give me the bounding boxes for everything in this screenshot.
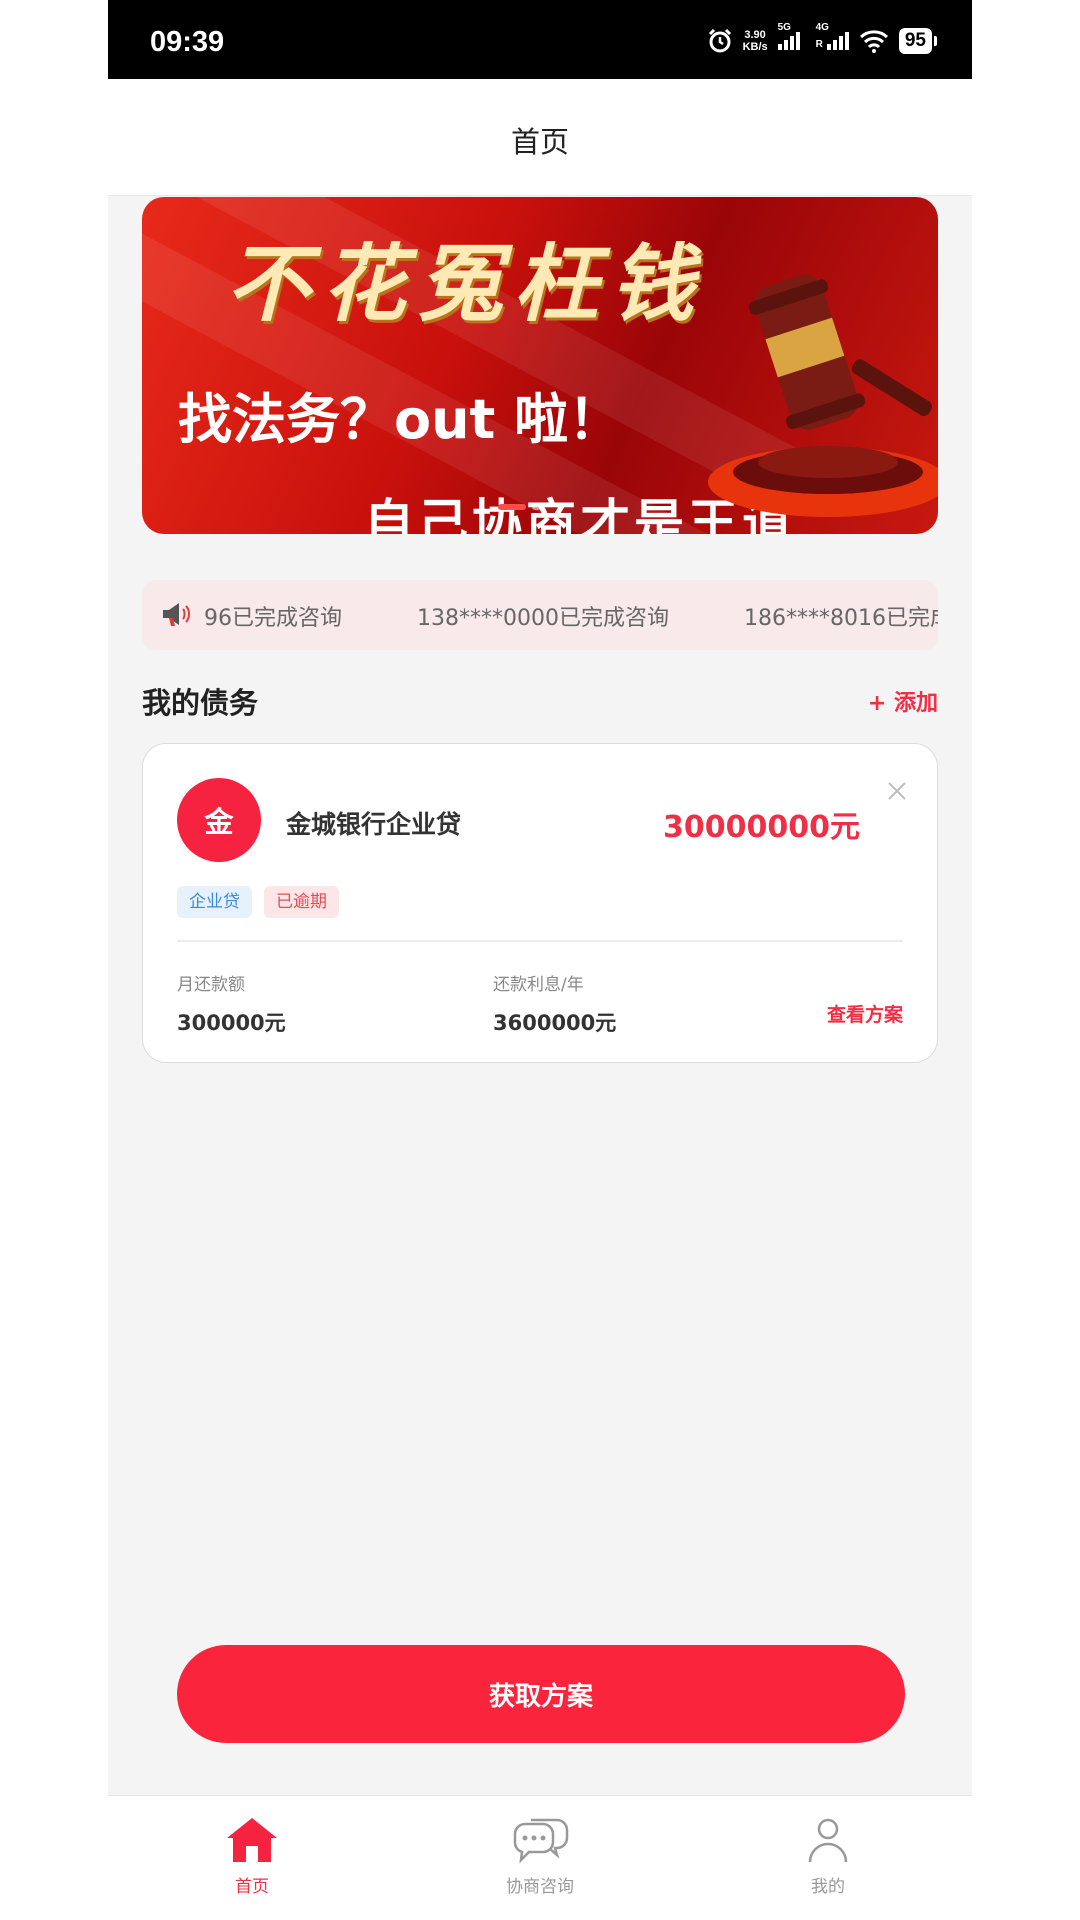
lender-avatar: 金 (177, 778, 261, 862)
tab-consult[interactable]: 协商咨询 (440, 1796, 640, 1920)
tab-home[interactable]: 首页 (152, 1796, 352, 1920)
signal-4g-icon: 4G R (816, 22, 849, 50)
tag-overdue: 已逾期 (264, 886, 339, 918)
debt-tags: 企业贷 已逾期 (177, 886, 339, 918)
signal-5g-icon: 5G (777, 22, 800, 50)
promo-banner[interactable]: 不花冤枉钱 找法务？out 啦！ 自己协商才是王道 (142, 197, 938, 534)
alarm-icon (708, 28, 731, 53)
banner-pagination (498, 504, 542, 510)
view-plan-link[interactable]: 查看方案 (827, 1000, 903, 1027)
annual-interest: 还款利息/年 3600000元 (493, 975, 617, 1035)
status-time: 09:39 (150, 26, 225, 58)
status-icons: 3.90 KB/s 5G 4G R 95 (707, 22, 938, 54)
debt-amount: 30000000元 (663, 810, 860, 845)
banner-subtitle: 找法务？out 啦！ (178, 388, 623, 451)
close-icon[interactable] (887, 781, 907, 801)
tab-label: 首页 (235, 1877, 269, 1897)
tab-mine[interactable]: 我的 (728, 1796, 928, 1920)
phone-screen: 09:39 3.90 KB/s 5G 4G R 95 首页 不花冤枉钱 找法务？… (108, 0, 972, 1920)
battery-indicator: 95 (898, 28, 938, 54)
ticker-item: 186****8016已完成咨询 (743, 606, 938, 631)
consult-ticker: 96已完成咨询 138****0000已完成咨询 186****8016已完成咨… (142, 580, 938, 650)
page-title: 首页 (510, 125, 569, 159)
gavel-icon (708, 274, 938, 517)
get-plan-button[interactable]: 获取方案 (177, 1645, 905, 1743)
ticker-items: 96已完成咨询 138****0000已完成咨询 186****8016已完成咨… (204, 600, 938, 632)
section-title-my-debts: 我的债务 (142, 686, 259, 720)
debt-name: 金城银行企业贷 (286, 810, 462, 839)
banner-title: 不花冤枉钱 (226, 235, 707, 333)
home-icon (227, 1818, 277, 1862)
chat-icon (513, 1818, 569, 1864)
card-divider (177, 940, 903, 942)
megaphone-icon (163, 603, 190, 626)
debt-card[interactable]: 金 金城银行企业贷 30000000元 企业贷 已逾期 月还款额 300000元… (142, 743, 938, 1063)
add-debt-button[interactable]: + 添加 (868, 685, 938, 717)
net-speed: 3.90 KB/s (742, 29, 768, 53)
monthly-payment: 月还款额 300000元 (177, 975, 286, 1035)
ticker-item: 138****0000已完成咨询 (417, 606, 669, 631)
header-bar: 首页 (108, 79, 972, 196)
status-bar: 09:39 3.90 KB/s 5G 4G R 95 (108, 0, 972, 79)
tab-label: 我的 (811, 1877, 845, 1897)
tab-label: 协商咨询 (506, 1877, 574, 1897)
tag-loan-type: 企业贷 (177, 886, 252, 918)
bottom-tab-bar: 首页 协商咨询 我的 (108, 1795, 972, 1920)
ticker-item: 96已完成咨询 (204, 606, 342, 631)
user-icon (808, 1818, 848, 1863)
wifi-icon (859, 30, 888, 53)
